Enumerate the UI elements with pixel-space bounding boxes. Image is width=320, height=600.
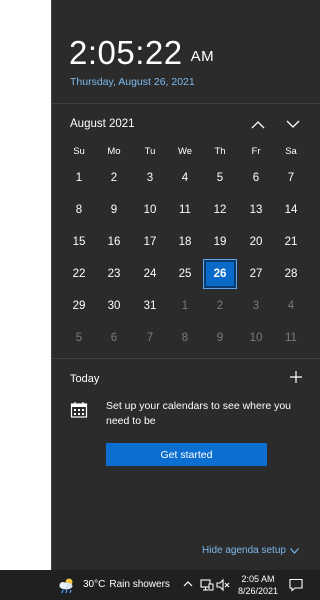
calendar-day[interactable]: 24 <box>134 260 166 288</box>
calendar-day[interactable]: 2 <box>98 164 130 192</box>
calendar-day[interactable]: 9 <box>98 196 130 224</box>
calendar-day[interactable]: 17 <box>134 228 166 256</box>
calendar-flyout: 2:05:22 AM Thursday, August 26, 2021 Augu… <box>51 0 320 570</box>
calendar-day[interactable]: 10 <box>240 324 272 352</box>
weekday-label: Sa <box>285 146 297 157</box>
volume-muted-icon[interactable] <box>216 578 230 592</box>
weather-widget[interactable]: 30°C Rain showers <box>83 579 170 590</box>
get-started-button[interactable]: Get started <box>106 443 267 466</box>
calendar-day[interactable]: 10 <box>134 196 166 224</box>
calendar-day[interactable]: 2 <box>204 292 236 320</box>
calendar-day[interactable]: 15 <box>63 228 95 256</box>
calendar-day[interactable]: 1 <box>63 164 95 192</box>
calendar-day[interactable]: 29 <box>63 292 95 320</box>
calendar-day[interactable]: 21 <box>275 228 307 256</box>
calendar-day-grid: 1 2 3 4 5 6 7 8 9 10 11 12 13 14 15 16 17 18 19 20 21 22 23 24 2… <box>52 164 320 354</box>
calendar-header: August 2021 <box>52 112 320 136</box>
agenda-divider <box>52 358 320 359</box>
calendar-day[interactable]: 4 <box>169 164 201 192</box>
notification-icon[interactable] <box>289 578 303 592</box>
weather-temperature: 30°C <box>83 579 106 590</box>
calendar-day[interactable]: 31 <box>134 292 166 320</box>
calendar-day[interactable]: 30 <box>98 292 130 320</box>
calendar-day[interactable]: 6 <box>240 164 272 192</box>
clock-section: 2:05:22 AM Thursday, August 26, 2021 <box>52 0 320 104</box>
previous-month-button[interactable] <box>248 114 268 134</box>
taskbar-date: 8/26/2021 <box>237 586 279 596</box>
calendar-day[interactable]: 7 <box>134 324 166 352</box>
calendar-day[interactable]: 16 <box>98 228 130 256</box>
calendar-day[interactable]: 14 <box>275 196 307 224</box>
calendar-icon <box>70 402 88 418</box>
taskbar: 30°C Rain showers 2:05 AM 8/26/2021 <box>0 570 320 600</box>
rain-cloud-icon[interactable] <box>58 576 76 594</box>
calendar-day[interactable]: 3 <box>134 164 166 192</box>
clock-display: 2:05:22 AM <box>69 34 214 72</box>
hide-agenda-label: Hide agenda setup <box>202 545 286 556</box>
calendar-day[interactable]: 5 <box>63 324 95 352</box>
next-month-button[interactable] <box>283 114 303 134</box>
calendar-day[interactable]: 18 <box>169 228 201 256</box>
add-event-button[interactable] <box>288 369 304 385</box>
calendar-day[interactable]: 8 <box>63 196 95 224</box>
calendar-day[interactable]: 3 <box>240 292 272 320</box>
plus-icon <box>290 371 302 383</box>
calendar-day[interactable]: 27 <box>240 260 272 288</box>
calendar-day[interactable]: 12 <box>204 196 236 224</box>
weather-condition: Rain showers <box>109 579 170 590</box>
calendar-day[interactable]: 20 <box>240 228 272 256</box>
hide-agenda-setup-link[interactable]: Hide agenda setup <box>202 545 299 556</box>
chevron-up-icon <box>251 120 265 128</box>
calendar-day[interactable]: 4 <box>275 292 307 320</box>
calendar-day[interactable]: 7 <box>275 164 307 192</box>
weekday-label: We <box>177 146 193 157</box>
calendar-day[interactable]: 25 <box>169 260 201 288</box>
chevron-up-icon[interactable] <box>182 578 194 590</box>
clock-time: 2:05:22 <box>69 34 183 71</box>
taskbar-time: 2:05 AM <box>241 574 275 584</box>
agenda-setup-message: Set up your calendars to see where you n… <box>106 400 292 427</box>
chevron-down-icon <box>286 120 300 128</box>
calendar-day[interactable]: 5 <box>204 164 236 192</box>
taskbar-clock[interactable]: 2:05 AM 8/26/2021 <box>234 573 282 597</box>
calendar-day[interactable]: 28 <box>275 260 307 288</box>
weekday-label: Th <box>214 146 226 157</box>
calendar-day[interactable]: 22 <box>63 260 95 288</box>
clock-date-link[interactable]: Thursday, August 26, 2021 <box>70 76 195 88</box>
calendar-day[interactable]: 11 <box>169 196 201 224</box>
chevron-down-icon <box>290 547 299 554</box>
agenda-title: Today <box>70 373 100 385</box>
weekday-label: Fr <box>251 146 261 157</box>
calendar-day[interactable]: 23 <box>98 260 130 288</box>
calendar-day[interactable]: 19 <box>204 228 236 256</box>
clock-ampm: AM <box>190 48 215 65</box>
calendar-day[interactable]: 6 <box>98 324 130 352</box>
calendar-day[interactable]: 11 <box>275 324 307 352</box>
weekday-label: Mo <box>107 146 121 157</box>
weekday-label: Tu <box>144 146 156 157</box>
month-label[interactable]: August 2021 <box>70 118 135 130</box>
weekday-header-row: Su Mo Tu We Th Fr Sa <box>52 146 320 160</box>
calendar-day[interactable]: 1 <box>169 292 201 320</box>
calendar-day[interactable]: 13 <box>240 196 272 224</box>
weekday-label: Su <box>73 146 85 157</box>
calendar-day[interactable]: 9 <box>204 324 236 352</box>
calendar-day[interactable]: 8 <box>169 324 201 352</box>
calendar-day-selected[interactable]: 26 <box>203 259 237 289</box>
network-icon[interactable] <box>200 578 214 592</box>
